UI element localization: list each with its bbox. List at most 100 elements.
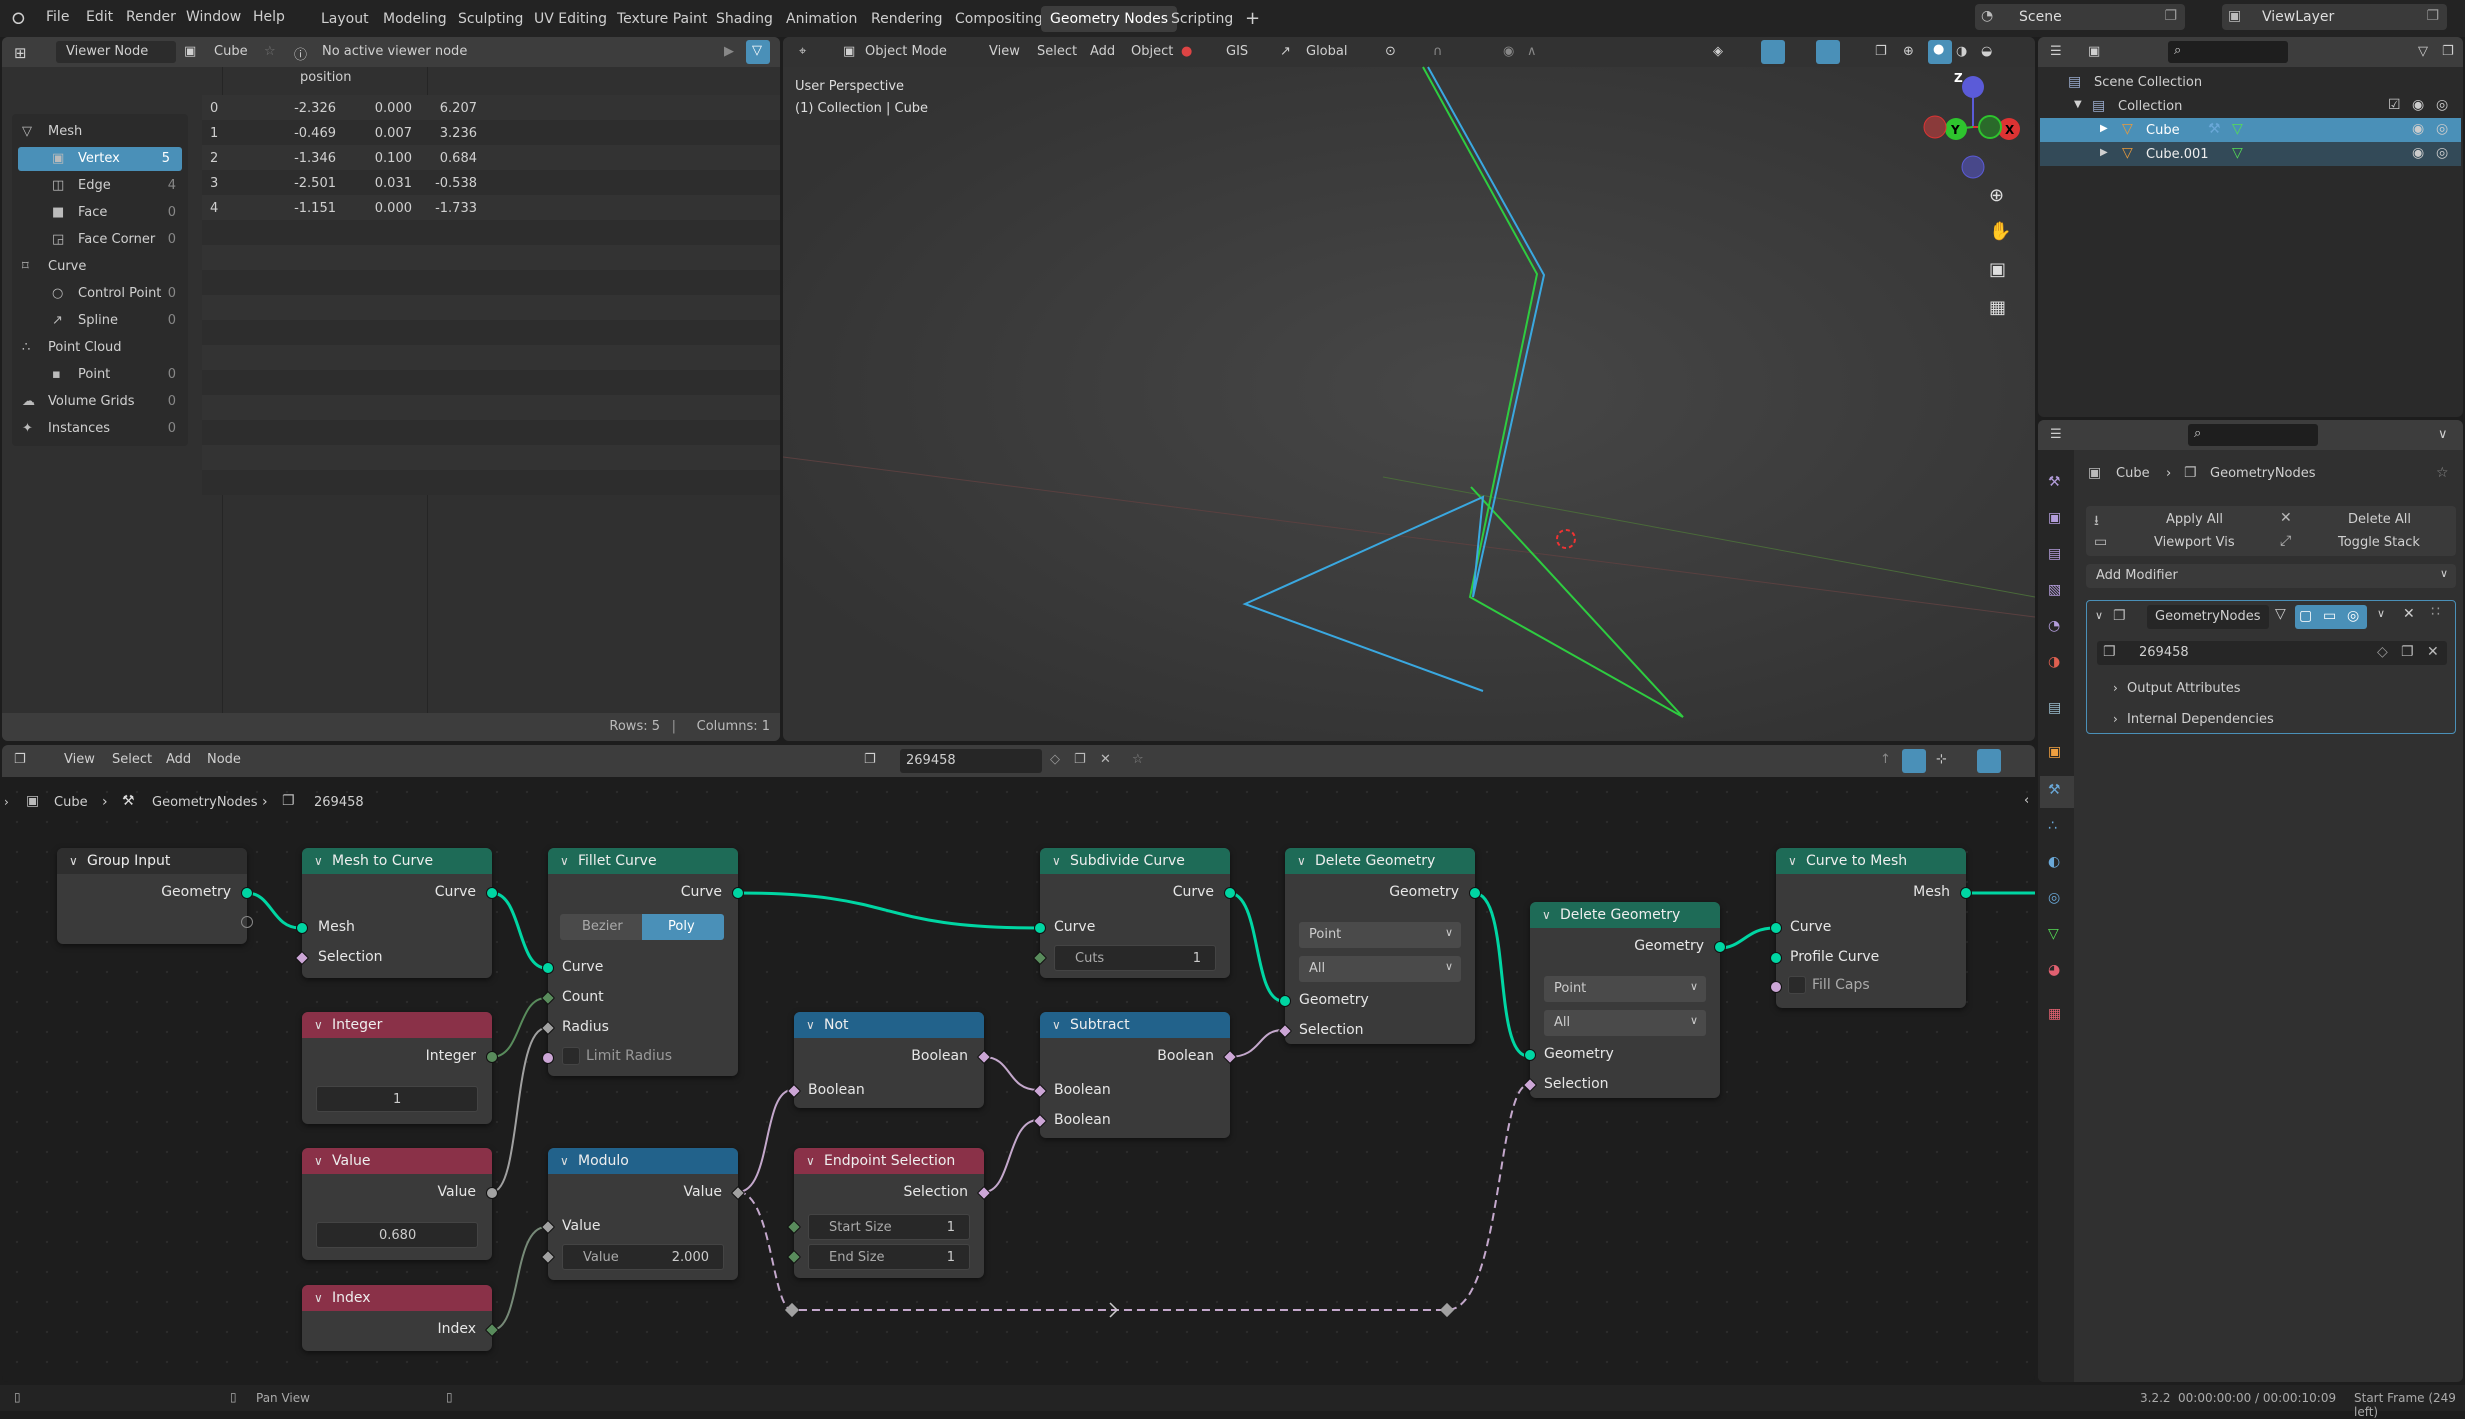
mode-bezier-button[interactable]: Bezier bbox=[560, 914, 642, 940]
node-modulo[interactable]: Modulo Value Value Value 2.000 bbox=[540, 1148, 746, 1280]
world-tab-icon[interactable]: ◑ bbox=[2048, 654, 2060, 670]
object-tab-icon[interactable]: ▣ bbox=[2048, 744, 2061, 760]
edit-mode-icon[interactable]: ▽ bbox=[2275, 606, 2286, 622]
output-socket-geometry[interactable] bbox=[1469, 887, 1481, 899]
editor-type-icon[interactable]: ⊞ bbox=[14, 44, 27, 62]
expand-icon[interactable]: ▼ bbox=[2074, 99, 2082, 110]
tab-uv-editing[interactable]: UV Editing bbox=[525, 6, 616, 32]
value-field[interactable]: 0.680 bbox=[316, 1222, 478, 1248]
input-socket-mesh[interactable] bbox=[296, 922, 308, 934]
start-size-field[interactable]: Start Size 1 bbox=[808, 1214, 970, 1240]
scene-name[interactable]: Scene bbox=[2019, 9, 2062, 25]
pan-hand-icon[interactable]: ✋ bbox=[1989, 221, 2011, 242]
node-delete-geometry-1[interactable]: Delete Geometry Geometry Point ∨ All ∨ G… bbox=[1277, 848, 1481, 1044]
mode-dropdown[interactable]: All ∨ bbox=[1299, 956, 1461, 982]
domain-item[interactable]: ↗ Spline 0 bbox=[12, 309, 188, 333]
output-socket-curve[interactable] bbox=[732, 887, 744, 899]
input-socket-profile-curve[interactable] bbox=[1770, 952, 1782, 964]
render-icon[interactable]: ◎ bbox=[2347, 608, 2359, 624]
tab-modeling[interactable]: Modeling bbox=[374, 6, 456, 32]
input-socket-curve[interactable] bbox=[542, 962, 554, 974]
integer-value-field[interactable]: 1 bbox=[316, 1086, 478, 1112]
node-curve-to-mesh[interactable]: Curve to Mesh Mesh Curve Profile Curve F… bbox=[1770, 848, 1972, 1008]
modifier-name-field[interactable]: GeometryNodes bbox=[2147, 605, 2269, 629]
node-value[interactable]: Value Value 0.680 bbox=[302, 1148, 498, 1260]
domain-item[interactable]: ▽ Mesh bbox=[12, 120, 188, 144]
apply-all-button[interactable]: Apply All bbox=[2166, 512, 2223, 527]
outliner-row-cube[interactable]: ▶ ▽ Cube ⚒ ▽ ◉ ◎ bbox=[2040, 118, 2461, 142]
modifier-wrench-icon[interactable]: ⚒ bbox=[2208, 121, 2221, 137]
add-workspace-button[interactable]: + bbox=[1236, 6, 1269, 32]
domain-item[interactable]: ◫ Edge 4 bbox=[12, 174, 188, 198]
input-socket-curve[interactable] bbox=[1770, 922, 1782, 934]
cage-icon[interactable]: ▢ bbox=[2299, 608, 2312, 624]
node-delete-geometry-2[interactable]: Delete Geometry Geometry Point ∨ All ∨ G… bbox=[1522, 902, 1726, 1098]
mode-poly-button[interactable]: Poly bbox=[642, 914, 724, 940]
filter-icon[interactable]: ▽ bbox=[2418, 44, 2428, 59]
domain-item[interactable]: ■ Face 0 bbox=[12, 201, 188, 225]
duplicate-icon[interactable]: ❐ bbox=[2401, 644, 2414, 660]
toggle-stack-button[interactable]: Toggle Stack bbox=[2338, 535, 2420, 550]
node-subdivide-curve[interactable]: Subdivide Curve Curve Curve Cuts 1 bbox=[1032, 848, 1236, 978]
end-size-field[interactable]: End Size 1 bbox=[808, 1244, 970, 1270]
eye-icon[interactable]: ◉ bbox=[2412, 97, 2424, 113]
camera-icon[interactable]: ▣ bbox=[1989, 259, 2006, 280]
data-tab-icon[interactable]: ▽ bbox=[2048, 926, 2059, 942]
node-integer[interactable]: Integer Integer 1 bbox=[302, 1012, 498, 1124]
input-socket-geometry[interactable] bbox=[1279, 995, 1291, 1007]
outliner-search[interactable]: ⌕ bbox=[2168, 41, 2288, 63]
input-socket-limit-radius[interactable] bbox=[542, 1052, 554, 1064]
camera-render-icon[interactable]: ◎ bbox=[2436, 145, 2448, 161]
tab-geometry-nodes[interactable]: Geometry Nodes bbox=[1041, 6, 1178, 32]
gizmo-z-label[interactable]: Z bbox=[1954, 71, 1963, 85]
domain-item[interactable]: ✦ Instances 0 bbox=[12, 417, 188, 441]
column-header-position[interactable]: position bbox=[300, 70, 352, 85]
camera-render-icon[interactable]: ◎ bbox=[2436, 97, 2448, 113]
selected-only-icon[interactable]: ▶ bbox=[724, 44, 734, 59]
output-socket-geometry[interactable] bbox=[1714, 941, 1726, 953]
new-scene-icon[interactable]: ❐ bbox=[2164, 8, 2177, 24]
input-socket-curve[interactable] bbox=[1034, 922, 1046, 934]
expand-icon[interactable]: ▶ bbox=[2100, 123, 2108, 134]
tab-compositing[interactable]: Compositing bbox=[946, 6, 1052, 32]
internal-dependencies-subpanel[interactable]: Internal Dependencies bbox=[2127, 712, 2274, 727]
output-socket-geometry[interactable] bbox=[241, 887, 253, 899]
domain-item[interactable]: ☁ Volume Grids 0 bbox=[12, 390, 188, 414]
tab-texture-paint[interactable]: Texture Paint bbox=[608, 6, 716, 32]
viewport-vis-button[interactable]: Viewport Vis bbox=[2154, 535, 2235, 550]
render-tab-icon[interactable]: ▣ bbox=[2048, 510, 2061, 526]
outliner-row-collection[interactable]: ▼ ▤ Collection ☑ ◉ ◎ bbox=[2038, 94, 2463, 118]
collection-tab-icon[interactable]: ▤ bbox=[2048, 700, 2061, 716]
delete-all-button[interactable]: Delete All bbox=[2348, 512, 2411, 527]
remove-modifier-icon[interactable]: ✕ bbox=[2403, 606, 2415, 622]
scene-tab-icon[interactable]: ◔ bbox=[2048, 618, 2060, 634]
output-socket-mesh[interactable] bbox=[1960, 887, 1972, 899]
modulo-value-field[interactable]: Value 2.000 bbox=[562, 1244, 724, 1270]
mode-dropdown[interactable]: All ∨ bbox=[1544, 1010, 1706, 1036]
expand-icon[interactable]: › bbox=[2113, 681, 2118, 695]
add-modifier-dropdown[interactable]: Add Modifier ∨ bbox=[2086, 564, 2456, 588]
tab-scripting[interactable]: Scripting bbox=[1162, 6, 1242, 32]
checkbox-icon[interactable]: ☑ bbox=[2388, 97, 2401, 113]
output-socket-value[interactable] bbox=[486, 1187, 498, 1199]
display-mode-icon[interactable]: ▣ bbox=[2088, 44, 2100, 59]
blender-logo-icon[interactable]: ⭘ bbox=[12, 9, 25, 29]
node-editor[interactable]: ❐ View Select Add Node ❐ 269458 ◇ ❐ ✕ ☆ … bbox=[2, 745, 2035, 1382]
output-tab-icon[interactable]: ▤ bbox=[2048, 546, 2061, 562]
constraints-tab-icon[interactable]: ◎ bbox=[2048, 890, 2060, 906]
domain-item[interactable]: ○ Control Point 0 bbox=[12, 282, 188, 306]
expand-icon[interactable]: › bbox=[2113, 712, 2118, 726]
output-socket-curve[interactable] bbox=[486, 887, 498, 899]
output-socket-integer[interactable] bbox=[486, 1051, 498, 1063]
options-chevron-icon[interactable]: ∨ bbox=[2438, 427, 2448, 442]
output-attributes-subpanel[interactable]: Output Attributes bbox=[2127, 681, 2240, 696]
limit-radius-checkbox[interactable] bbox=[562, 1047, 580, 1065]
unlink-icon[interactable]: ✕ bbox=[2427, 644, 2439, 660]
menu-window[interactable]: Window bbox=[186, 9, 241, 25]
outliner-row-scene-collection[interactable]: ▤ Scene Collection bbox=[2038, 70, 2463, 94]
editor-type-icon[interactable]: ☰ bbox=[2050, 427, 2062, 442]
domain-item[interactable]: ◲ Face Corner 0 bbox=[12, 228, 188, 252]
mesh-data-icon[interactable]: ▽ bbox=[2232, 145, 2243, 161]
domain-dropdown[interactable]: Point ∨ bbox=[1299, 922, 1461, 948]
eye-icon[interactable]: ◉ bbox=[2412, 145, 2424, 161]
